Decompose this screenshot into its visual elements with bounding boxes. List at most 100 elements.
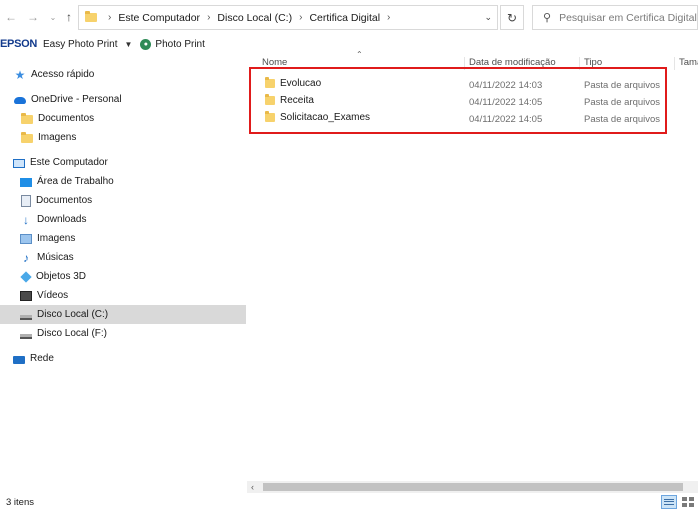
photo-print-icon: ● [140,38,152,50]
folder-icon [21,113,33,124]
sidebar-item-label: OneDrive - Personal [31,94,122,105]
search-input[interactable]: ⚲ Pesquisar em Certifica Digital [532,5,698,30]
sidebar-item-onedrive-documentos[interactable]: Documentos [0,109,246,128]
scrollbar-thumb[interactable] [263,483,683,491]
file-name-cell: Solicitacao_Exames [265,111,371,123]
large-icons-view-icon[interactable] [680,495,696,509]
desktop-icon [20,178,32,187]
scroll-left-arrow-icon[interactable]: ‹ [251,481,254,493]
file-date: 04/11/2022 14:05 [469,97,543,108]
forward-arrow-icon[interactable]: → [25,9,41,25]
file-name: Solicitacao_Exames [280,112,371,123]
sidebar-item-area-de-trabalho[interactable]: Área de Trabalho [0,172,246,191]
breadcrumb-este-computador[interactable]: Este Computador [118,12,200,24]
file-name: Receita [280,95,314,106]
dropdown-arrow-icon[interactable]: ▼ [125,40,133,49]
folder-icon [265,111,275,122]
photo-print-button[interactable]: Photo Print [155,39,204,50]
file-type: Pasta de arquivos [584,80,661,91]
file-date: 04/11/2022 14:05 [469,114,543,125]
sidebar-item-label: Área de Trabalho [37,176,114,187]
table-row[interactable]: Receita 04/11/2022 14:05 Pasta de arquiv… [247,94,698,111]
sidebar-item-documentos[interactable]: Documentos [0,191,246,210]
download-icon: ↓ [23,212,29,227]
sidebar-item-downloads[interactable]: ↓ Downloads [0,210,246,229]
sidebar-item-label: Este Computador [30,157,108,168]
sidebar-item-label: Objetos 3D [36,271,87,282]
column-header-name[interactable]: Nome [262,57,287,70]
column-divider[interactable] [464,57,465,70]
column-divider[interactable] [674,57,675,70]
sidebar-item-disco-local-c[interactable]: Disco Local (C:) [0,305,246,324]
computer-icon [13,158,25,168]
videos-icon [20,291,32,301]
file-name-cell: Evolucao [265,77,321,89]
search-icon: ⚲ [543,12,552,24]
sidebar-item-label: Músicas [37,252,74,263]
sidebar-item-objetos-3d[interactable]: Objetos 3D [0,267,246,286]
chevron-right-icon: › [108,12,112,23]
column-header-size[interactable]: Tama [679,57,698,70]
sidebar-item-label: Downloads [37,214,87,225]
address-bar[interactable]: › Este Computador › Disco Local (C:) › C… [78,5,498,30]
details-view-icon[interactable] [661,495,677,509]
breadcrumb-disco-local-c[interactable]: Disco Local (C:) [217,12,292,24]
file-type: Pasta de arquivos [584,97,661,108]
file-type: Pasta de arquivos [584,114,661,125]
folder-icon [265,94,275,105]
horizontal-scrollbar[interactable]: ‹ [247,481,698,493]
item-count: 3 itens [6,497,34,508]
sidebar-item-label: Vídeos [37,290,69,301]
refresh-icon: ↻ [506,10,518,25]
sidebar-item-imagens[interactable]: Imagens [0,229,246,248]
pictures-icon [20,234,32,244]
sidebar-item-label: Rede [30,353,54,364]
sidebar-item-musicas[interactable]: ♪ Músicas [0,248,246,267]
column-header-date[interactable]: Data de modificação [469,57,556,70]
folder-icon [21,132,33,143]
chevron-right-icon: › [207,12,211,23]
up-arrow-icon[interactable]: ↑ [61,9,77,25]
column-header-row: Nome Data de modificação Tipo Tama [247,57,698,70]
sidebar-item-acesso-rapido[interactable]: ★ Acesso rápido [0,65,246,84]
address-toolbar: ← → ⌄ ↑ › Este Computador › Disco Local … [0,0,698,35]
breadcrumb-certifica-digital[interactable]: Certifica Digital [309,12,380,24]
file-date: 04/11/2022 14:03 [469,80,543,91]
status-bar: 3 itens [0,493,698,510]
sidebar-item-label: Imagens [37,233,76,244]
file-name-cell: Receita [265,94,314,106]
sidebar-item-este-computador[interactable]: Este Computador [0,153,246,172]
sidebar-item-onedrive[interactable]: OneDrive - Personal [0,90,246,109]
column-divider[interactable] [579,57,580,70]
table-row[interactable]: Evolucao 04/11/2022 14:03 Pasta de arqui… [247,77,698,94]
documents-icon [21,194,31,207]
folder-icon [85,11,97,22]
drive-icon [20,315,32,320]
table-row[interactable]: Solicitacao_Exames 04/11/2022 14:05 Past… [247,111,698,128]
star-icon: ★ [14,67,26,82]
sidebar-item-label: Documentos [38,113,95,124]
epson-logo: EPSON [0,38,38,50]
chevron-down-icon[interactable]: ⌄ [484,12,492,23]
recent-locations-chevron-icon[interactable]: ⌄ [45,9,61,25]
sidebar-item-label: Disco Local (F:) [37,328,108,339]
sidebar-item-label: Acesso rápido [31,69,95,80]
sidebar-item-disco-local-f[interactable]: Disco Local (F:) [0,324,246,343]
sidebar-item-label: Documentos [36,195,93,206]
column-header-type[interactable]: Tipo [584,57,602,70]
drive-icon [20,334,32,339]
sidebar-item-videos[interactable]: Vídeos [0,286,246,305]
sidebar-item-onedrive-imagens[interactable]: Imagens [0,128,246,147]
folder-icon [265,77,275,88]
file-list-pane: ⌃ Nome Data de modificação Tipo Tama Evo… [247,50,698,483]
back-arrow-icon[interactable]: ← [3,9,19,25]
refresh-button[interactable]: ↻ [500,5,524,30]
search-placeholder: Pesquisar em Certifica Digital [559,11,697,24]
epson-toolbar: EPSON Easy Photo Print ▼ ● Photo Print [0,35,698,53]
cloud-icon [14,97,26,104]
chevron-right-icon: › [387,12,391,23]
easy-photo-print-button[interactable]: Easy Photo Print [43,39,117,50]
network-icon [13,355,25,364]
sidebar-item-rede[interactable]: Rede [0,349,246,368]
sidebar-item-label: Imagens [38,132,77,143]
